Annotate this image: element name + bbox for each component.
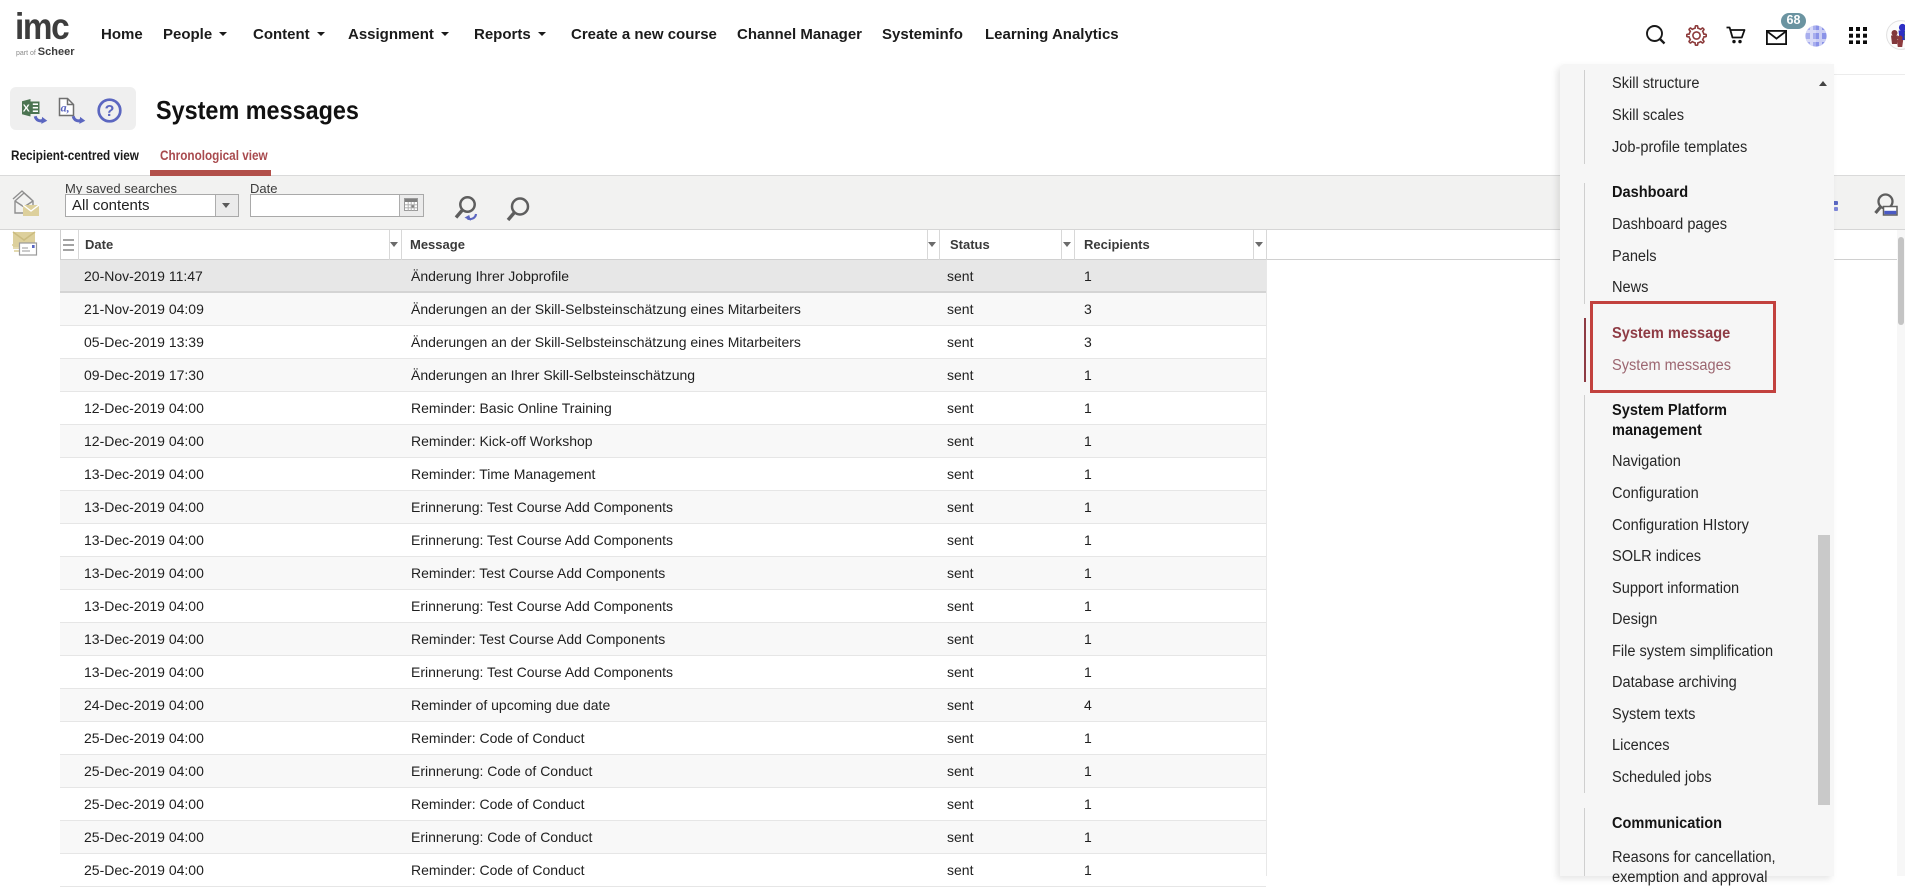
svg-text:?: ? (105, 103, 115, 120)
svg-text:X: X (23, 103, 30, 115)
svg-text:a,: a, (61, 101, 70, 115)
